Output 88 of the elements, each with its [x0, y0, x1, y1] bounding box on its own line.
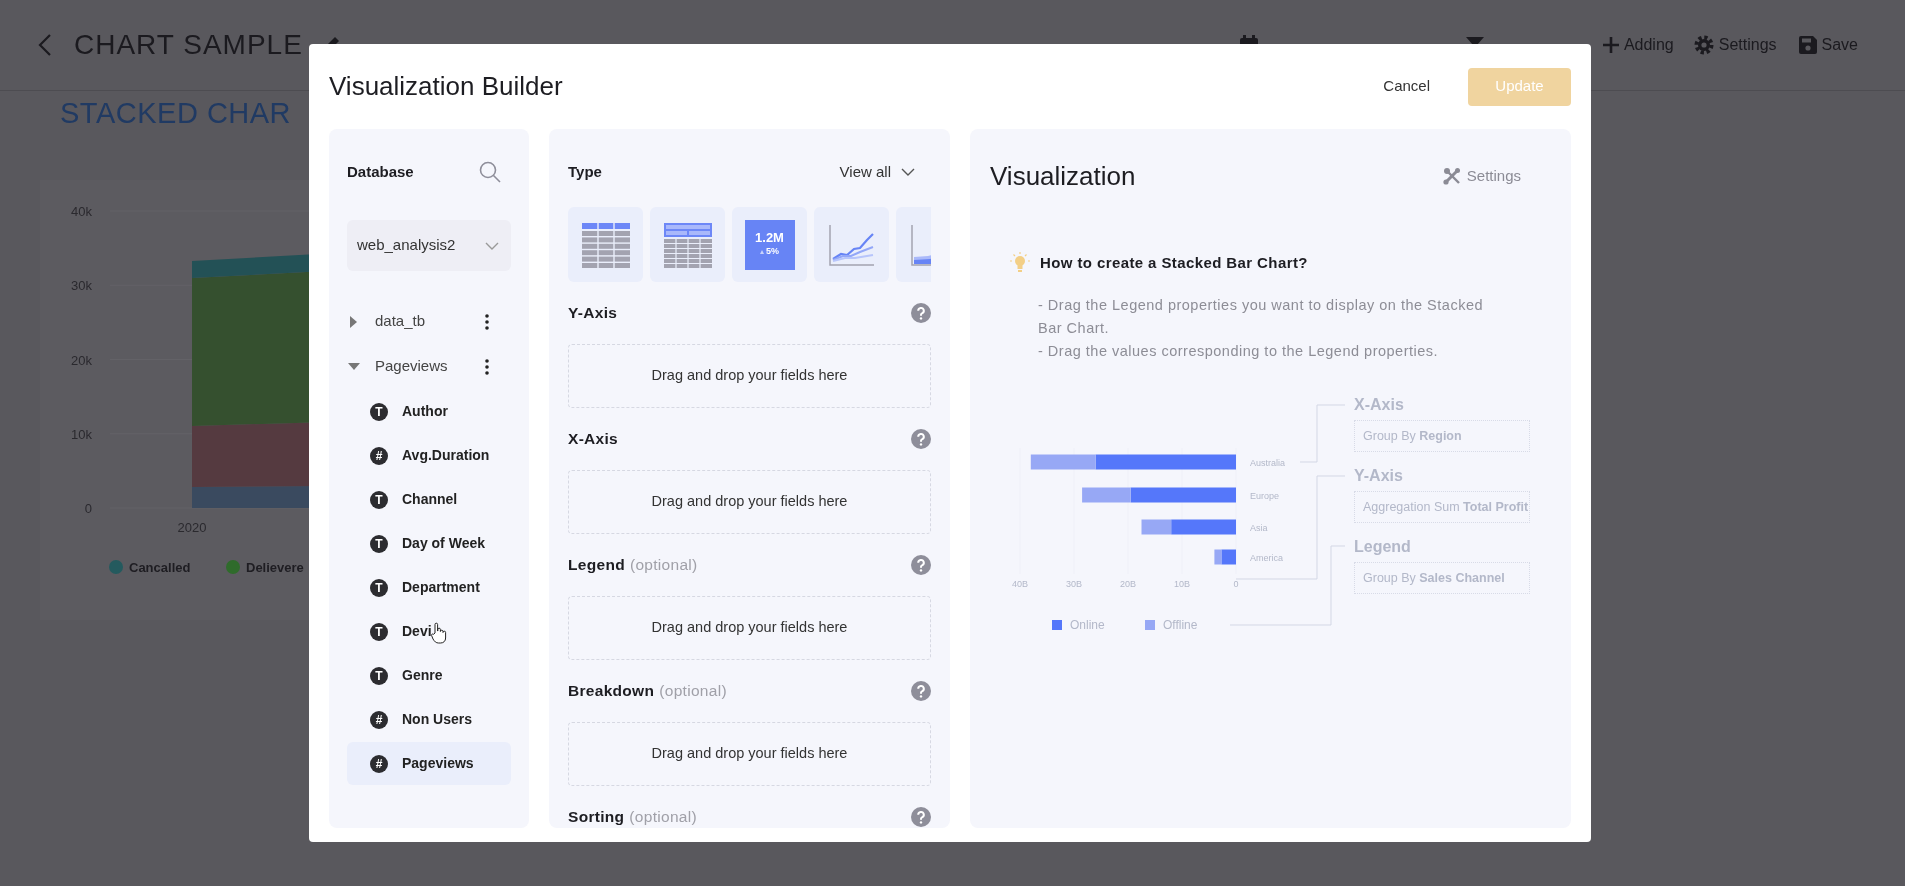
guide-text: Aggregation Sum Total Profit [1354, 491, 1530, 523]
drop-zone[interactable]: Drag and drop your fields here [568, 722, 931, 786]
guide-title: Y-Axis [1354, 466, 1404, 486]
leader-line [1299, 404, 1346, 463]
axis-label: 40B [1012, 579, 1028, 589]
field-item[interactable]: T Department [347, 566, 511, 609]
legend-label: Cancalled [129, 560, 191, 575]
field-type-icon: # [370, 754, 388, 773]
legend-label: Offline [1163, 618, 1198, 632]
guide-title: Legend [1354, 537, 1412, 557]
guide-text: Group By Sales Channel [1354, 562, 1530, 594]
field-item[interactable]: # Avg.Duration [347, 434, 511, 477]
pivot-chart-option[interactable] [650, 207, 725, 282]
section-label: Breakdown [568, 681, 655, 702]
axis-label: 30B [1066, 579, 1082, 589]
more-icon[interactable] [485, 358, 489, 375]
chevron-down-icon [901, 168, 915, 176]
help-icon[interactable] [911, 681, 931, 701]
help-icon[interactable] [911, 303, 931, 323]
category-label: Europe [1250, 491, 1280, 501]
field-type-icon: T [370, 666, 388, 685]
category-label: Australia [1250, 458, 1285, 468]
chevron-down-icon [485, 241, 499, 250]
field-item[interactable]: # Non Users [347, 698, 511, 741]
field-type-icon: T [370, 622, 388, 641]
caret-icon[interactable] [348, 362, 360, 371]
table-chart-option[interactable] [568, 207, 643, 282]
optional-note: (optional) [659, 681, 727, 702]
field-type-icon: T [370, 534, 388, 553]
line-chart-option[interactable] [814, 207, 889, 282]
panel-title: Visualization [990, 159, 1136, 193]
axis-label: 20B [1120, 579, 1136, 589]
plus-icon [1602, 37, 1619, 53]
field-type-icon: # [370, 446, 388, 465]
database-dropdown[interactable]: web_analysis2 [347, 220, 511, 271]
help-icon[interactable] [911, 555, 931, 575]
guide-text: Group By Region [1354, 420, 1530, 452]
field-type-icon: # [370, 710, 388, 729]
field-item[interactable]: # Pageviews [347, 742, 511, 785]
help-icon[interactable] [911, 429, 931, 449]
hand-cursor-icon [431, 622, 447, 644]
section-label: Y-Axis [568, 303, 618, 324]
lightbulb-icon [1010, 252, 1030, 274]
category-label: America [1250, 553, 1283, 563]
tools-icon [1442, 167, 1461, 185]
caret-icon[interactable] [350, 315, 358, 328]
drop-zone[interactable]: Drag and drop your fields here [568, 596, 931, 660]
legend-label: Delievere [246, 560, 304, 575]
field-item[interactable]: T Day of Week [347, 522, 511, 565]
cancel-button[interactable]: Cancel [1369, 67, 1444, 106]
drop-zone[interactable]: Drag and drop your fields here [568, 470, 931, 534]
instruction-text: - Drag the values corresponding to the Legend properties. [1038, 342, 1440, 361]
table-icon [581, 220, 630, 269]
back-icon[interactable] [38, 33, 52, 57]
table-name[interactable]: Pageviews [375, 355, 448, 378]
optional-note: (optional) [629, 807, 697, 828]
pivot-table-icon [663, 220, 712, 269]
save-icon [1798, 36, 1817, 54]
section-label: Sorting [568, 807, 625, 828]
field-type-icon: T [370, 490, 388, 509]
field-type-icon: T [370, 578, 388, 597]
view-all-button[interactable]: View all [839, 160, 915, 184]
optional-note: (optional) [629, 555, 698, 576]
instruction-text: - Drag the Legend properties you want to display on the Stacked Bar Chart. [1038, 296, 1484, 338]
section-label: Legend [568, 555, 625, 576]
field-type-icon: T [370, 402, 388, 421]
table-name[interactable]: data_tb [375, 310, 426, 333]
help-heading: How to create a Stacked Bar Chart? [1040, 252, 1308, 273]
dialog-title: Visualization Builder [329, 70, 563, 103]
help-icon[interactable] [911, 807, 931, 827]
section-label: X-Axis [568, 429, 619, 450]
more-icon[interactable] [485, 313, 489, 330]
chart-title: STACKED CHAR [60, 96, 293, 131]
section-label: Type [568, 161, 602, 182]
legend-swatch [1052, 620, 1062, 630]
panel-title: Database [347, 161, 414, 182]
field-item[interactable]: T Author [347, 390, 511, 433]
field-item[interactable]: T Channel [347, 478, 511, 521]
page-title: CHART SAMPLE [74, 28, 303, 62]
axis-label: 10B [1174, 579, 1190, 589]
field-item[interactable]: T Genre [347, 654, 511, 697]
guide-title: X-Axis [1354, 395, 1405, 415]
search-icon[interactable] [479, 161, 501, 183]
gear-icon [1693, 35, 1714, 55]
legend-label: Online [1070, 618, 1105, 632]
category-label: Asia [1250, 523, 1268, 533]
drop-zone[interactable]: Drag and drop your fields here [568, 344, 931, 408]
legend-swatch [1145, 620, 1155, 630]
